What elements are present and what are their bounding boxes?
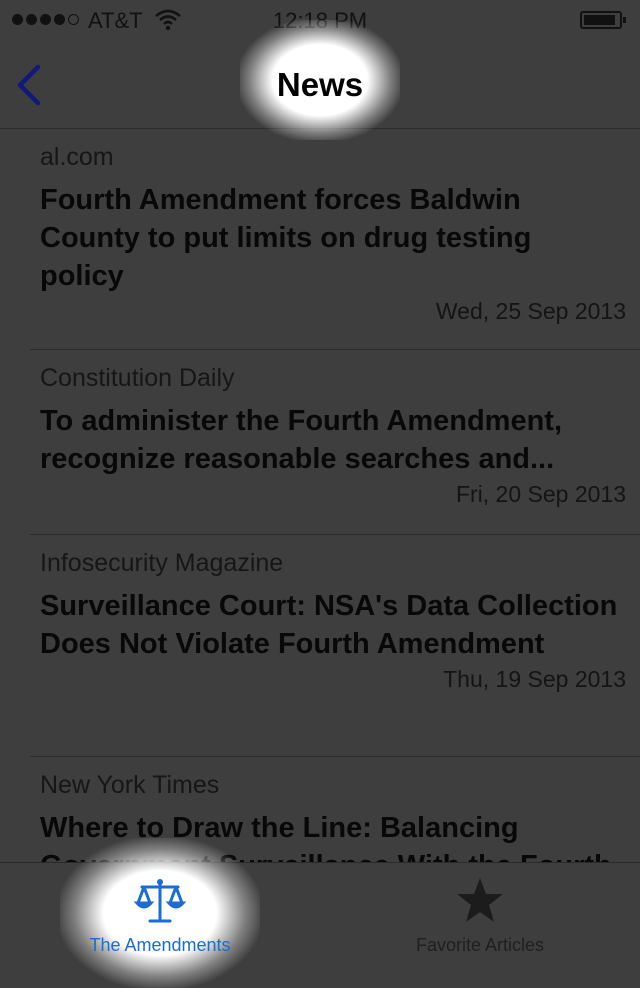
tab-favorite-articles[interactable]: Favorite Articles xyxy=(320,863,640,961)
scales-icon xyxy=(134,879,186,923)
news-article-row[interactable]: Infosecurity Magazine Surveillance Court… xyxy=(30,535,640,757)
tab-label: Favorite Articles xyxy=(415,935,545,955)
tab-label: The Amendments xyxy=(89,935,231,955)
article-source: al.com xyxy=(40,143,114,171)
article-source: Infosecurity Magazine xyxy=(40,549,284,577)
article-title: To administer the Fourth Amendment, reco… xyxy=(40,405,563,475)
tab-the-amendments[interactable]: The Amendments xyxy=(0,838,320,988)
article-title: Fourth Amendment forces Baldwin County t… xyxy=(40,184,532,292)
article-date: Wed, 25 Sep 2013 xyxy=(435,298,626,324)
page-title: News xyxy=(276,66,364,103)
article-title: Surveillance Court: NSA's Data Collectio… xyxy=(40,590,618,660)
news-list[interactable]: al.com Fourth Amendment forces Baldwin C… xyxy=(0,129,640,862)
news-article-row[interactable]: al.com Fourth Amendment forces Baldwin C… xyxy=(30,129,640,350)
news-article-row[interactable]: Constitution Daily To administer the Fou… xyxy=(30,350,640,535)
navigation-bar: News xyxy=(0,20,640,140)
article-date: Thu, 19 Sep 2013 xyxy=(443,666,626,692)
star-icon xyxy=(457,878,503,922)
article-date: Fri, 20 Sep 2013 xyxy=(455,481,626,507)
article-source: Constitution Daily xyxy=(40,364,235,392)
article-source: New York Times xyxy=(40,771,220,799)
tab-bar: The Amendments Favorite Articles xyxy=(0,838,640,988)
battery-icon xyxy=(580,11,626,29)
